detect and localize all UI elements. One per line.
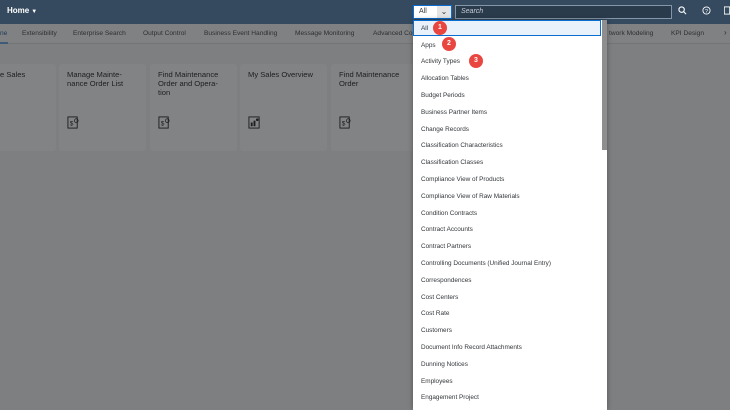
home-label: Home <box>7 6 30 15</box>
home-menu[interactable]: Home ▼ <box>7 6 37 15</box>
dropdown-item[interactable]: Customers <box>413 322 601 338</box>
active-tab-indicator <box>0 42 8 44</box>
dropdown-scrollbar[interactable] <box>602 20 607 150</box>
search-scope-dropdown[interactable]: All Apps Activity Types Allocation Table… <box>413 20 607 410</box>
tab-message-monitoring[interactable]: Message Monitoring <box>295 30 354 37</box>
step-badge-2: 2 <box>442 37 456 51</box>
dropdown-item[interactable]: Compliance View of Raw Materials <box>413 188 601 204</box>
svg-text:$: $ <box>342 120 346 127</box>
step-badge-1: 1 <box>433 21 447 35</box>
tile-find-maintenance-order-and-operation[interactable]: Find Maintenance Order and Opera- tion $ <box>150 64 237 151</box>
tile-sales[interactable]: e Sales <box>0 64 56 151</box>
dropdown-item[interactable]: Condition Contracts <box>413 205 601 221</box>
tab-overflow-icon[interactable]: › <box>724 28 727 37</box>
tile-title: My Sales Overview <box>248 70 313 79</box>
dropdown-item[interactable]: Document Info Record Attachments <box>413 339 601 355</box>
tab-output-control[interactable]: Output Control <box>143 30 186 37</box>
svg-text:$: $ <box>70 120 74 127</box>
tile-my-sales-overview[interactable]: My Sales Overview <box>240 64 327 151</box>
tile-manage-maintenance-order-list[interactable]: Manage Mainte- nance Order List $ <box>59 64 146 151</box>
dropdown-item[interactable]: Cost Centers <box>413 289 601 305</box>
svg-text:?: ? <box>705 9 708 15</box>
search-document-icon: $ <box>339 116 351 129</box>
step-badge-3: 3 <box>469 54 483 68</box>
shell-bar: Home ▼ All ⌄ Search ? <box>0 0 730 24</box>
dropdown-item[interactable]: Business Partner Items <box>413 104 601 120</box>
dropdown-item[interactable]: Dunning Notices <box>413 356 601 372</box>
svg-text:$: $ <box>161 120 165 127</box>
search-document-icon: $ <box>67 116 79 129</box>
search-scope-value: All <box>419 8 427 15</box>
dropdown-item[interactable]: Allocation Tables <box>413 70 601 86</box>
chevron-down-icon[interactable]: ⌄ <box>437 6 451 18</box>
dropdown-item[interactable]: Classification Characteristics <box>413 137 601 153</box>
dropdown-item[interactable]: Controlling Documents (Unified Journal E… <box>413 255 601 271</box>
tab-business-event-handling[interactable]: Business Event Handling <box>204 30 277 37</box>
tab-advanced[interactable]: Advanced Co <box>373 30 413 37</box>
user-icon[interactable] <box>723 6 730 17</box>
dropdown-item[interactable]: Employees <box>413 373 601 389</box>
tab-extensibility[interactable]: Extensibility <box>22 30 57 37</box>
dropdown-item[interactable]: Contract Accounts <box>413 221 601 237</box>
tab-enterprise-search[interactable]: Enterprise Search <box>73 30 126 37</box>
tab-bar: ne Extensibility Enterprise Search Outpu… <box>0 24 730 44</box>
help-icon[interactable]: ? <box>702 6 711 17</box>
tab-network-modeling[interactable]: twork Modeling <box>609 30 653 37</box>
dropdown-item[interactable]: Cost Rate <box>413 305 601 321</box>
tile-title: Manage Mainte- nance Order List <box>67 70 124 88</box>
tab-home[interactable]: ne <box>0 30 7 37</box>
dropdown-item[interactable]: Activity Types <box>413 53 601 69</box>
search-input[interactable]: Search <box>455 5 672 19</box>
dropdown-item[interactable]: Compliance View of Products <box>413 171 601 187</box>
tile-title: Find Maintenance Order <box>339 70 400 88</box>
tile-title: Find Maintenance Order and Opera- tion <box>158 70 219 97</box>
sales-overview-icon <box>248 116 260 129</box>
dropdown-item[interactable]: Engagement Project <box>413 389 601 405</box>
dropdown-item[interactable]: Contract Partners <box>413 238 601 254</box>
search-icon[interactable] <box>678 6 687 17</box>
search-document-icon: $ <box>158 116 170 129</box>
tile-find-maintenance-order[interactable]: Find Maintenance Order $ <box>331 64 417 151</box>
dropdown-item[interactable]: Budget Periods <box>413 87 601 103</box>
dropdown-item[interactable]: Correspondences <box>413 272 601 288</box>
caret-down-icon: ▼ <box>31 9 38 15</box>
tile-title: e Sales <box>0 70 26 79</box>
tab-kpi-design[interactable]: KPI Design <box>671 30 704 37</box>
dropdown-item[interactable]: Change Records <box>413 121 601 137</box>
search-scope-select[interactable]: All ⌄ <box>413 5 452 19</box>
dropdown-item[interactable]: Classification Classes <box>413 154 601 170</box>
